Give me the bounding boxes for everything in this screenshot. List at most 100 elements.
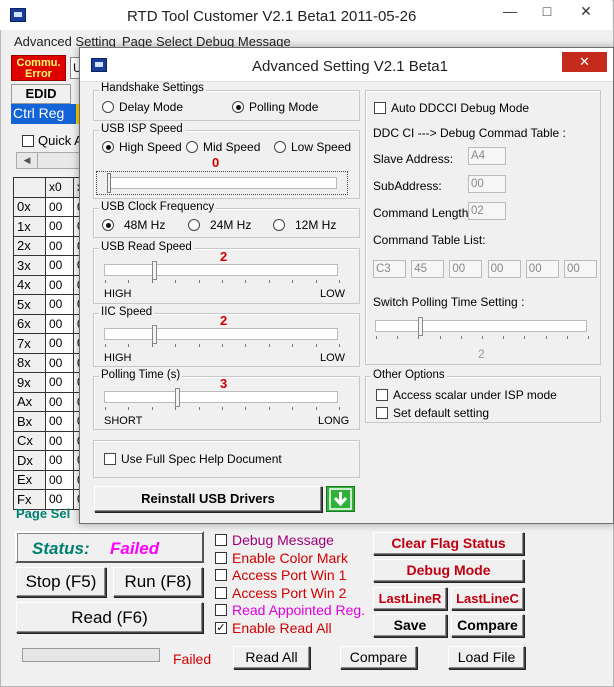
usb-isp-speed-slider[interactable] bbox=[96, 171, 348, 195]
last-line-r-button[interactable]: LastLineR bbox=[373, 587, 447, 610]
table-row: 6x0000 bbox=[13, 313, 88, 334]
register-cell[interactable]: 00 bbox=[45, 216, 74, 237]
slider-thumb[interactable] bbox=[152, 325, 157, 344]
radio-polling-mode[interactable] bbox=[232, 101, 244, 113]
compare-bottom-button[interactable]: Compare bbox=[340, 646, 417, 669]
register-cell[interactable]: 00 bbox=[45, 313, 74, 334]
table-row: 8x0000 bbox=[13, 352, 88, 373]
maximize-icon[interactable]: □ bbox=[533, 0, 561, 22]
register-cell[interactable]: 00 bbox=[45, 235, 74, 256]
row-label: Cx bbox=[13, 430, 46, 451]
sub-address-field[interactable]: 00 bbox=[468, 175, 506, 193]
command-table-cell[interactable]: 00 bbox=[564, 260, 597, 278]
slider-thumb[interactable] bbox=[152, 261, 157, 280]
register-cell[interactable]: 00 bbox=[45, 391, 74, 412]
register-cell[interactable]: 00 bbox=[45, 294, 74, 315]
row-label: 3x bbox=[13, 255, 46, 276]
option-checkbox[interactable]: ✓ bbox=[215, 622, 227, 634]
radio-48mhz[interactable] bbox=[102, 219, 114, 231]
set-default-checkbox[interactable] bbox=[376, 407, 388, 419]
register-cell[interactable]: 00 bbox=[45, 411, 74, 432]
register-cell[interactable]: 00 bbox=[45, 430, 74, 451]
command-table-cell[interactable]: 00 bbox=[487, 260, 521, 278]
option-checkbox[interactable] bbox=[215, 569, 227, 582]
register-cell[interactable]: 00 bbox=[45, 469, 74, 490]
command-table-cell[interactable]: 45 bbox=[411, 260, 445, 278]
row-label: Ex bbox=[13, 469, 46, 490]
tab-ctrl-reg[interactable]: Ctrl Reg bbox=[11, 104, 79, 124]
usb-isp-thumb[interactable] bbox=[107, 173, 111, 193]
option-checkbox-label: Debug Message bbox=[232, 532, 334, 548]
register-cell[interactable]: 00 bbox=[45, 372, 74, 393]
radio-12mhz[interactable] bbox=[273, 219, 285, 231]
grid-col-header: x0 bbox=[45, 177, 74, 198]
option-checkbox-label: Enable Read All bbox=[232, 620, 332, 636]
option-checkbox[interactable] bbox=[215, 604, 227, 617]
slider-thumb[interactable] bbox=[175, 388, 180, 407]
option-checkbox-label: Access Port Win 1 bbox=[232, 567, 347, 584]
table-row: 2x0000 bbox=[13, 235, 88, 256]
slider-thumb[interactable] bbox=[418, 317, 423, 336]
slider-tick bbox=[245, 407, 246, 410]
register-cell[interactable]: 00 bbox=[45, 450, 74, 471]
scroll-left-icon[interactable]: ◀ bbox=[16, 152, 38, 169]
access-scalar-checkbox[interactable] bbox=[376, 389, 388, 401]
command-table-cell[interactable]: 00 bbox=[449, 260, 483, 278]
register-cell[interactable]: 00 bbox=[45, 274, 74, 295]
radio-low-speed[interactable] bbox=[274, 141, 286, 153]
command-table-cell[interactable]: C3 bbox=[373, 260, 406, 278]
iic-speed-slider[interactable] bbox=[104, 325, 340, 347]
command-table-cell[interactable]: 00 bbox=[525, 260, 559, 278]
radio-delay-mode[interactable] bbox=[102, 101, 114, 113]
radio-mid-speed[interactable] bbox=[186, 141, 198, 153]
debug-mode-button[interactable]: Debug Mode bbox=[373, 559, 524, 582]
iic-speed-legend: IIC Speed bbox=[99, 306, 155, 318]
dialog-close-icon[interactable]: ✕ bbox=[562, 52, 607, 72]
row-label: Dx bbox=[13, 450, 46, 471]
download-arrow-icon[interactable] bbox=[326, 486, 355, 512]
reinstall-usb-drivers-button[interactable]: Reinstall USB Drivers bbox=[94, 486, 322, 512]
radio-high-speed[interactable] bbox=[102, 141, 114, 153]
table-row: 4x0000 bbox=[13, 274, 88, 295]
load-file-button[interactable]: Load File bbox=[448, 646, 525, 669]
save-button[interactable]: Save bbox=[373, 614, 447, 637]
register-cell[interactable]: 00 bbox=[45, 255, 74, 276]
command-length-field[interactable]: 02 bbox=[468, 202, 506, 220]
other-options-legend: Other Options bbox=[371, 369, 447, 381]
tab-edid[interactable]: EDID bbox=[11, 84, 71, 104]
main-window-title: RTD Tool Customer V2.1 Beta1 2011-05-26 bbox=[127, 8, 417, 25]
polling-time-slider[interactable] bbox=[104, 388, 340, 410]
radio-24mhz[interactable] bbox=[188, 219, 200, 231]
register-cell[interactable]: 00 bbox=[45, 333, 74, 354]
minimize-icon[interactable]: — bbox=[496, 0, 524, 22]
auto-ddcci-checkbox[interactable] bbox=[374, 102, 386, 114]
row-label: 2x bbox=[13, 235, 46, 256]
close-icon[interactable]: ✕ bbox=[572, 0, 600, 22]
slider-tick bbox=[269, 407, 270, 410]
last-line-c-button[interactable]: LastLineC bbox=[451, 587, 524, 610]
24mhz-label: 24M Hz bbox=[210, 218, 252, 232]
read-button[interactable]: Read (F6) bbox=[16, 602, 203, 633]
switch-polling-slider[interactable] bbox=[375, 317, 589, 339]
option-checkbox[interactable] bbox=[215, 551, 227, 564]
usb-read-speed-slider[interactable] bbox=[104, 261, 340, 283]
slider-tick bbox=[418, 336, 419, 339]
read-all-button[interactable]: Read All bbox=[233, 646, 310, 669]
app-icon bbox=[10, 8, 26, 22]
command-length-label: Command Length: bbox=[373, 206, 472, 220]
polling-time-legend: Polling Time (s) bbox=[99, 369, 183, 381]
slave-address-field[interactable]: A4 bbox=[468, 147, 506, 165]
commu-error-indicator[interactable]: Commu. Error bbox=[11, 55, 66, 81]
horizontal-scrollbar[interactable] bbox=[38, 152, 80, 169]
run-button[interactable]: Run (F8) bbox=[113, 567, 203, 597]
compare-button[interactable]: Compare bbox=[451, 614, 524, 637]
register-cell[interactable]: 00 bbox=[45, 196, 74, 217]
register-cell[interactable]: 00 bbox=[45, 352, 74, 373]
option-checkbox[interactable] bbox=[215, 586, 227, 599]
option-checkbox[interactable] bbox=[215, 534, 227, 546]
quick-access-checkbox[interactable] bbox=[22, 135, 34, 147]
clear-flag-status-button[interactable]: Clear Flag Status bbox=[373, 532, 524, 555]
stop-button[interactable]: Stop (F5) bbox=[16, 567, 106, 597]
use-full-spec-checkbox[interactable] bbox=[104, 453, 116, 465]
option-checkbox-label: Enable Color Mark bbox=[232, 549, 348, 566]
